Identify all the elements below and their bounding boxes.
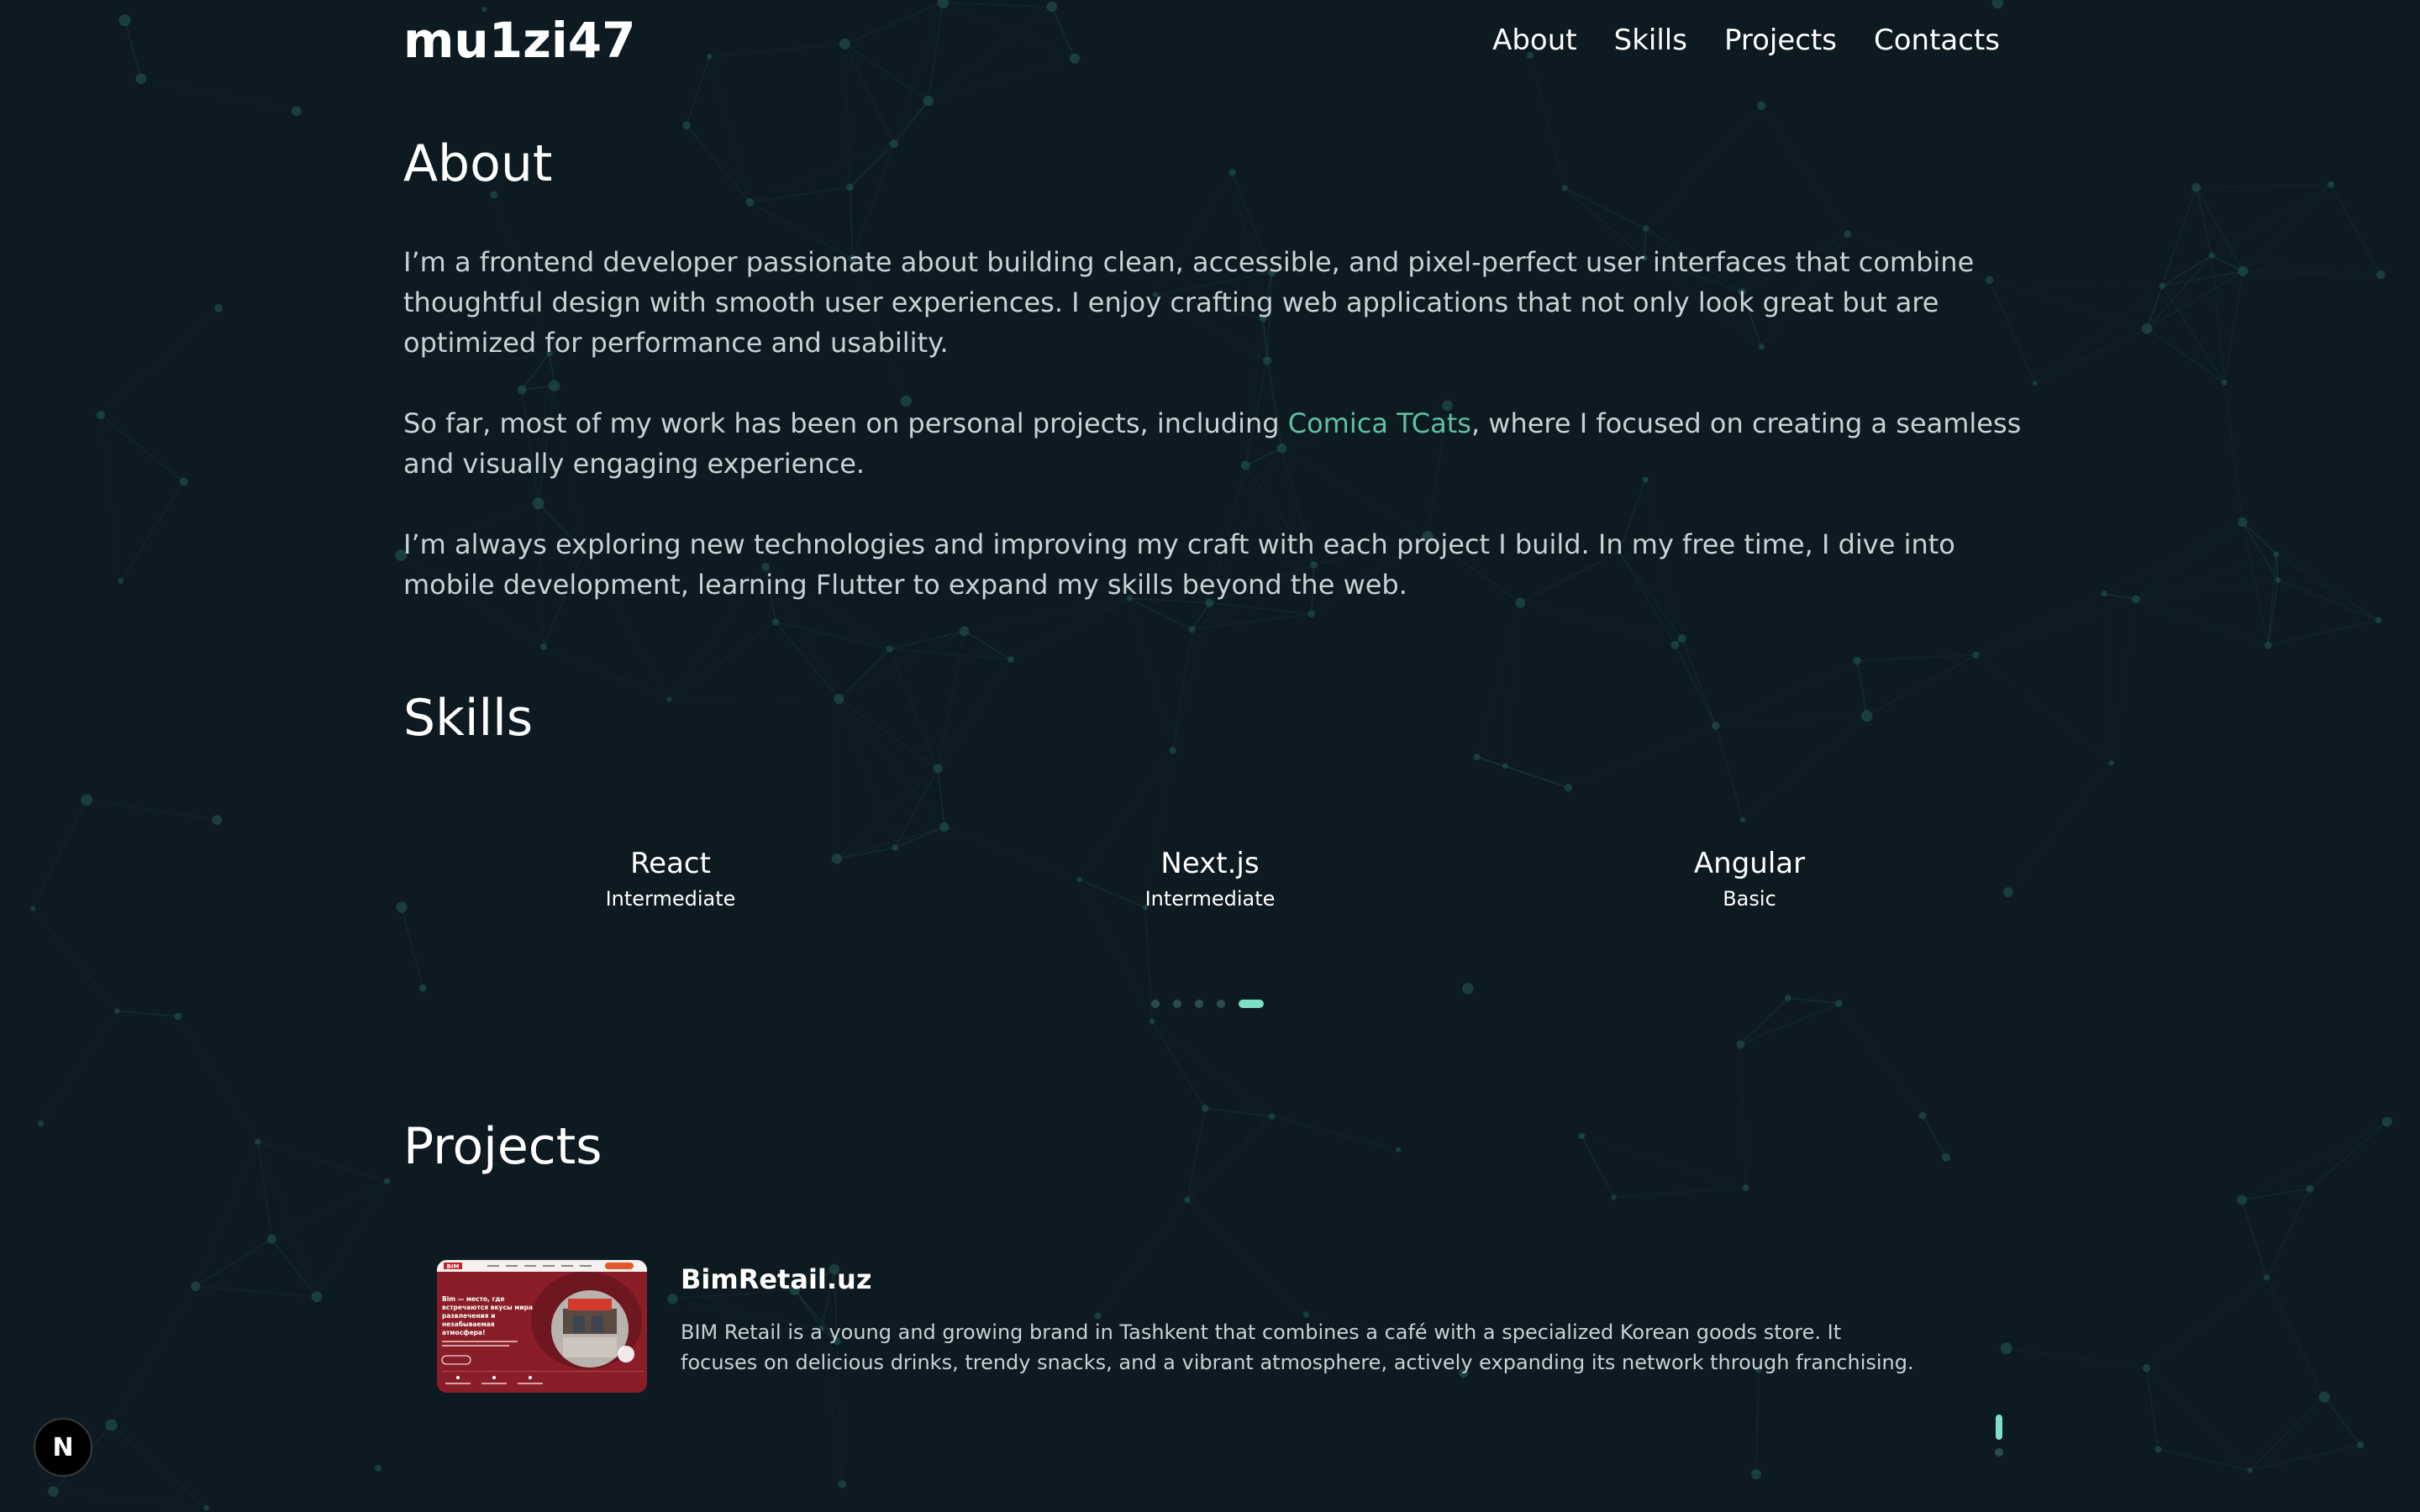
nav-link-skills[interactable]: Skills bbox=[1614, 24, 1687, 57]
comica-tcats-link[interactable]: Comica TCats bbox=[1288, 407, 1471, 439]
about-paragraph-2-text-before: So far, most of my work has been on pers… bbox=[403, 407, 1288, 439]
project-card-bimretail[interactable]: BIM Bim — место, где встречаются вкусы м… bbox=[437, 1260, 1949, 1420]
thumbnail-brand: BIM bbox=[447, 1263, 460, 1270]
project-thumbnail[interactable]: BIM Bim — место, где встречаются вкусы м… bbox=[437, 1260, 647, 1393]
project-thumbnail-image: BIM Bim — место, где встречаются вкусы м… bbox=[437, 1260, 647, 1393]
main-nav: About Skills Projects Contacts bbox=[1492, 24, 2000, 57]
project-description: BIM Retail is a young and growing brand … bbox=[681, 1320, 1914, 1374]
section-scroll-indicator bbox=[1995, 1415, 2003, 1457]
nav-link-about[interactable]: About bbox=[1492, 24, 1577, 57]
skill-level: Basic bbox=[1723, 887, 1776, 911]
project-title[interactable]: BimRetail.uz bbox=[681, 1263, 871, 1295]
nextjs-dev-badge[interactable]: N bbox=[34, 1418, 92, 1477]
projects-title: Projects bbox=[403, 1117, 602, 1176]
carousel-dot[interactable] bbox=[1151, 1000, 1160, 1008]
site-header: mu1zi47 About Skills Projects Contacts bbox=[403, 0, 2000, 81]
nav-link-projects[interactable]: Projects bbox=[1724, 24, 1837, 57]
skill-level: Intermediate bbox=[1144, 887, 1276, 911]
skills-carousel-pagination bbox=[1151, 1000, 1264, 1008]
about-paragraph-1: I’m a frontend developer passionate abou… bbox=[403, 246, 1975, 359]
nav-link-contacts[interactable]: Contacts bbox=[1874, 24, 2000, 57]
carousel-dot[interactable] bbox=[1173, 1000, 1181, 1008]
scroll-indicator-dot[interactable] bbox=[1995, 1448, 2003, 1457]
about-paragraph-3: I’m always exploring new technologies an… bbox=[403, 528, 1955, 601]
carousel-dot[interactable] bbox=[1195, 1000, 1203, 1008]
skill-card-react[interactable]: React Intermediate bbox=[536, 847, 805, 911]
scroll-indicator-active[interactable] bbox=[1996, 1415, 2002, 1440]
skill-name: Angular bbox=[1693, 847, 1806, 880]
about-title: About bbox=[403, 134, 553, 193]
skills-title: Skills bbox=[403, 689, 534, 748]
carousel-dot[interactable] bbox=[1217, 1000, 1225, 1008]
skill-name: React bbox=[630, 847, 711, 880]
site-logo[interactable]: mu1zi47 bbox=[403, 12, 635, 69]
skill-card-nextjs[interactable]: Next.js Intermediate bbox=[1076, 847, 1344, 911]
skill-level: Intermediate bbox=[605, 887, 736, 911]
thumbnail-headline: Bim — место, где встречаются вкусы мира,… bbox=[442, 1295, 535, 1336]
skill-card-angular[interactable]: Angular Basic bbox=[1615, 847, 1884, 911]
skill-name: Next.js bbox=[1160, 847, 1260, 880]
carousel-dot-active[interactable] bbox=[1239, 1000, 1264, 1008]
about-paragraph-2: So far, most of my work has been on pers… bbox=[403, 403, 2025, 484]
